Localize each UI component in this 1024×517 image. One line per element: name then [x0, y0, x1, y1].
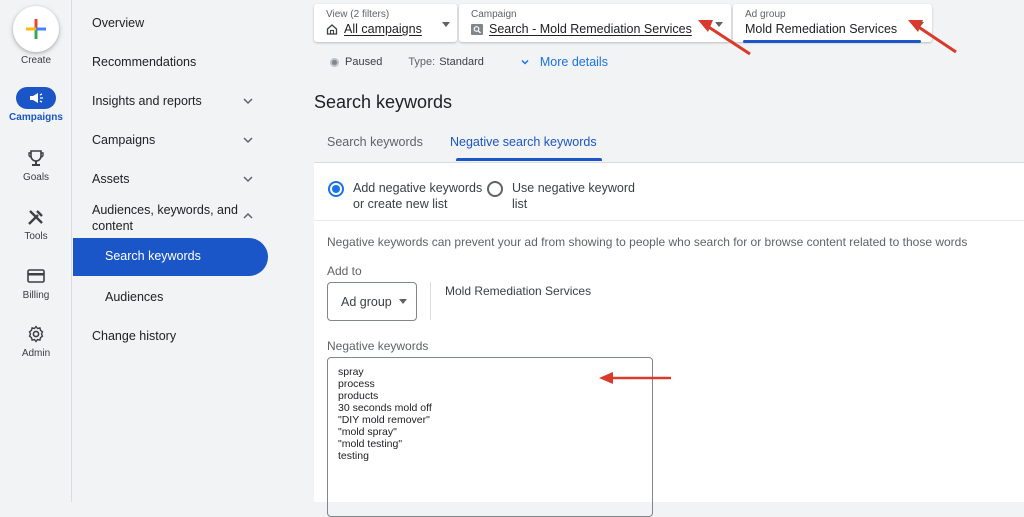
campaign-filter-caption: Campaign [471, 9, 517, 20]
rail-label: Goals [22, 172, 50, 183]
rail-item-admin[interactable]: Admin [0, 323, 72, 359]
negative-keywords-label: Negative keywords [327, 339, 429, 353]
rail-label: Tools [24, 231, 48, 242]
keyword-line: "mold testing" [338, 438, 403, 450]
keyword-line: "DIY mold remover" [338, 414, 430, 426]
nav-item-label: Assets [92, 172, 130, 186]
app-rail: Create Campaigns Goals Tools Billing Adm… [0, 0, 72, 502]
chevron-down-icon[interactable] [242, 95, 254, 107]
tab-negative-search-keywords[interactable]: Negative search keywords [450, 135, 597, 149]
campaign-status-row: Paused Type: Standard More details [330, 55, 608, 69]
dropdown-caret-icon [916, 22, 924, 27]
radio-add-label: Add negative keywords or create new list [353, 181, 483, 211]
rail-label: Campaigns [9, 112, 63, 123]
tools-icon [24, 206, 48, 228]
keyword-line: 30 seconds mold off [338, 402, 432, 414]
nav-subitem-label: Search keywords [105, 249, 201, 263]
nav-item-recommendations[interactable]: Recommendations [92, 54, 272, 70]
home-icon [326, 24, 338, 35]
search-campaign-icon [471, 23, 483, 35]
create-button[interactable]: Create [0, 6, 72, 66]
create-label: Create [20, 55, 51, 66]
divider [314, 220, 1024, 221]
type-label: Type: [408, 56, 436, 68]
more-details-label: More details [539, 55, 608, 69]
dropdown-caret-icon [715, 22, 723, 27]
view-filter[interactable]: View (2 filters) All campaigns [314, 4, 457, 42]
type-value: Standard [439, 56, 484, 68]
nav-subitem-audiences[interactable]: Audiences [105, 289, 285, 305]
ad-group-filter-value: Mold Remediation Services [745, 22, 898, 36]
page-title: Search keywords [314, 92, 453, 112]
nav-item-change-history[interactable]: Change history [92, 328, 272, 344]
more-details-link[interactable]: More details [520, 55, 608, 69]
chevron-down-icon[interactable] [242, 134, 254, 146]
add-to-level-select[interactable]: Ad group [327, 282, 417, 321]
keyword-line: process [338, 378, 375, 390]
nav-item-overview[interactable]: Overview [92, 15, 272, 31]
view-filter-caption: View (2 filters) [326, 9, 390, 20]
add-to-label: Add to [327, 264, 362, 278]
keyword-source-radio-group: Add negative keywords or create new list… [328, 180, 642, 212]
chevron-up-icon[interactable] [242, 210, 254, 222]
keyword-line: products [338, 390, 379, 402]
ad-group-filter[interactable]: Ad group Mold Remediation Services [733, 4, 932, 43]
paused-status-icon [330, 57, 339, 67]
campaign-filter-text: Search - Mold Remediation Services [489, 22, 692, 36]
chevron-down-icon[interactable] [242, 173, 254, 185]
keyword-line: testing [338, 450, 369, 462]
campaign-filter-value: Search - Mold Remediation Services [471, 22, 692, 36]
negative-keywords-info: Negative keywords can prevent your ad fr… [327, 235, 968, 249]
nav-item-audiences-keywords-content[interactable]: Audiences, keywords, and content [92, 202, 252, 234]
view-filter-value: All campaigns [326, 22, 422, 36]
megaphone-icon [16, 87, 56, 109]
add-to-select-value: Ad group [341, 294, 392, 309]
radio-use-label: Use negative keyword list [512, 181, 635, 211]
trophy-icon [24, 147, 48, 169]
rail-item-campaigns[interactable]: Campaigns [0, 87, 72, 123]
ad-group-filter-caption: Ad group [745, 9, 786, 20]
negative-keywords-textarea[interactable]: spray process products 30 seconds mold o… [327, 357, 653, 517]
rail-item-goals[interactable]: Goals [0, 147, 72, 183]
radio-use-negative-keyword-list[interactable] [487, 181, 503, 197]
gear-icon [24, 323, 48, 345]
rail-item-billing[interactable]: Billing [0, 265, 72, 301]
nav-item-label: Audiences, keywords, and content [92, 203, 238, 233]
chevron-down-icon [521, 59, 529, 65]
add-to-ad-group-name: Mold Remediation Services [445, 284, 592, 298]
ad-group-filter-underline [743, 40, 921, 43]
divider [430, 282, 431, 320]
dropdown-caret-icon [398, 299, 407, 304]
side-nav: Overview Recommendations Insights and re… [73, 0, 310, 502]
nav-subitem-search-keywords[interactable]: Search keywords [73, 238, 268, 276]
keyword-line: spray [338, 366, 364, 378]
nav-item-label: Insights and reports [92, 94, 202, 108]
nav-item-label: Campaigns [92, 133, 156, 147]
campaign-filter[interactable]: Campaign Search - Mold Remediation Servi… [459, 4, 731, 42]
status-state: Paused [345, 56, 383, 68]
create-plus-icon [13, 6, 59, 52]
active-tab-indicator [456, 158, 602, 161]
radio-add-negative-keywords[interactable] [328, 181, 344, 197]
keyword-tabs: Search keywords Negative search keywords [314, 128, 1024, 162]
rail-label: Admin [21, 348, 51, 359]
rail-label: Billing [22, 290, 50, 301]
view-filter-text: All campaigns [344, 22, 422, 36]
rail-item-tools[interactable]: Tools [0, 206, 72, 242]
tab-search-keywords[interactable]: Search keywords [327, 135, 423, 149]
credit-card-icon [24, 265, 48, 287]
keyword-line: "mold spray" [338, 426, 397, 438]
dropdown-caret-icon [442, 22, 450, 27]
negative-keywords-card: Add negative keywords or create new list… [314, 162, 1024, 517]
